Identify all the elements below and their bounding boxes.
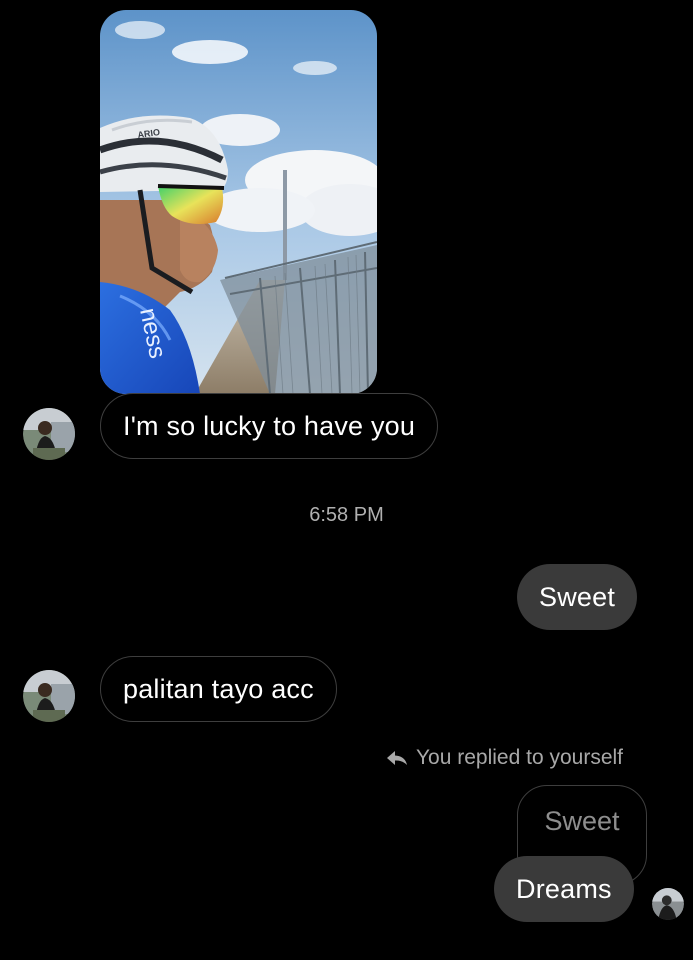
photo-image: ARIO ness (100, 10, 377, 394)
message-text: palitan tayo acc (123, 673, 314, 704)
incoming-message-bubble[interactable]: palitan tayo acc (100, 656, 337, 722)
profile-avatar-icon (23, 408, 75, 460)
avatar[interactable] (23, 670, 75, 722)
seen-avatar (652, 888, 684, 920)
outgoing-message-bubble[interactable]: Sweet (517, 564, 638, 630)
reply-arrow-icon (386, 751, 407, 765)
reply-note-text: You replied to yourself (415, 746, 623, 769)
message-text: I'm so lucky to have you (123, 410, 416, 441)
profile-avatar-icon (23, 670, 75, 722)
chat-screen: ARIO ness I'm so lucky to have you 6:58 … (0, 0, 693, 960)
message-timestamp: 6:58 PM (309, 504, 384, 526)
seen-indicator-icon (652, 888, 684, 920)
avatar[interactable] (23, 408, 75, 460)
message-text: Dreams (516, 873, 612, 904)
reply-message-bubble[interactable]: Dreams (494, 856, 634, 922)
incoming-message-bubble[interactable]: I'm so lucky to have you (100, 393, 439, 459)
message-text: Sweet (539, 581, 616, 612)
reply-indicator: You replied to yourself (386, 746, 623, 770)
quoted-message-text: Sweet (544, 806, 620, 836)
photo-message[interactable]: ARIO ness (100, 10, 377, 394)
